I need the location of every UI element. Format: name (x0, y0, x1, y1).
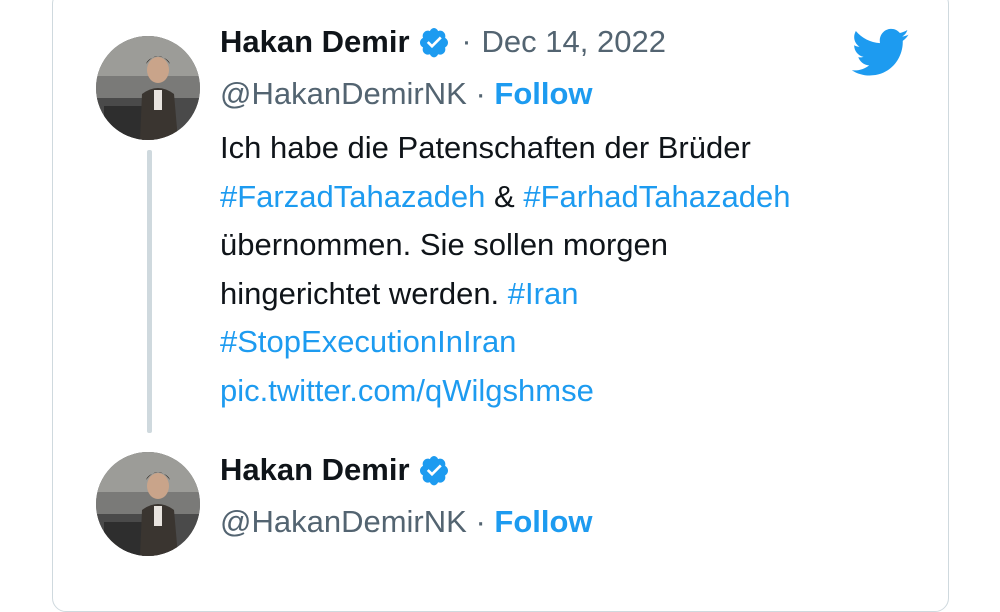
ampersand-text: & (485, 178, 524, 214)
media-link[interactable]: pic.twitter.com/qWilgshmse (220, 367, 920, 416)
separator-dot: · (475, 76, 486, 111)
thread-connector (147, 150, 152, 433)
follow-button[interactable]: Follow (494, 504, 592, 539)
tweet-date[interactable]: Dec 14, 2022 (482, 24, 666, 60)
avatar[interactable] (96, 36, 200, 140)
hashtag-link[interactable]: #Iran (508, 276, 579, 311)
verified-badge-icon (419, 456, 448, 486)
tweet-text-line: übernommen. Sie sollen morgen (220, 227, 669, 263)
separator-dot: · (461, 25, 472, 58)
handle-row: @HakanDemirNK · Follow (220, 504, 593, 540)
tweet-text-line: hingerichtet werden. #Iran (220, 270, 920, 319)
twitter-bird-icon[interactable] (852, 28, 910, 78)
reply-header: Hakan Demir (220, 452, 450, 488)
avatar[interactable] (96, 452, 200, 556)
handle-row: @HakanDemirNK · Follow (220, 76, 593, 112)
avatar-photo (96, 452, 200, 556)
hashtag-link[interactable]: #FarhadTahazadeh (523, 179, 790, 214)
tweet-text-segment: hingerichtet werden. (220, 275, 508, 311)
tweet-text-line: Ich habe die Patenschaften der Brüder (220, 130, 751, 165)
tweet-text: Ich habe die Patenschaften der Brüder #F… (220, 124, 920, 416)
tweet-header: Hakan Demir · Dec 14, 2022 (220, 24, 666, 60)
author-handle[interactable]: @HakanDemirNK (220, 504, 467, 539)
verified-badge-icon (419, 28, 448, 58)
avatar-photo (96, 36, 200, 140)
follow-button[interactable]: Follow (494, 76, 592, 111)
tweet-text-line: #FarzadTahazadeh & #FarhadTahazadeh (220, 173, 920, 222)
author-name[interactable]: Hakan Demir (220, 24, 410, 60)
separator-dot: · (475, 504, 486, 539)
author-name[interactable]: Hakan Demir (220, 452, 410, 488)
hashtag-link[interactable]: #FarzadTahazadeh (220, 179, 485, 214)
author-handle[interactable]: @HakanDemirNK (220, 76, 467, 111)
hashtag-link[interactable]: #StopExecutionInIran (220, 318, 920, 367)
